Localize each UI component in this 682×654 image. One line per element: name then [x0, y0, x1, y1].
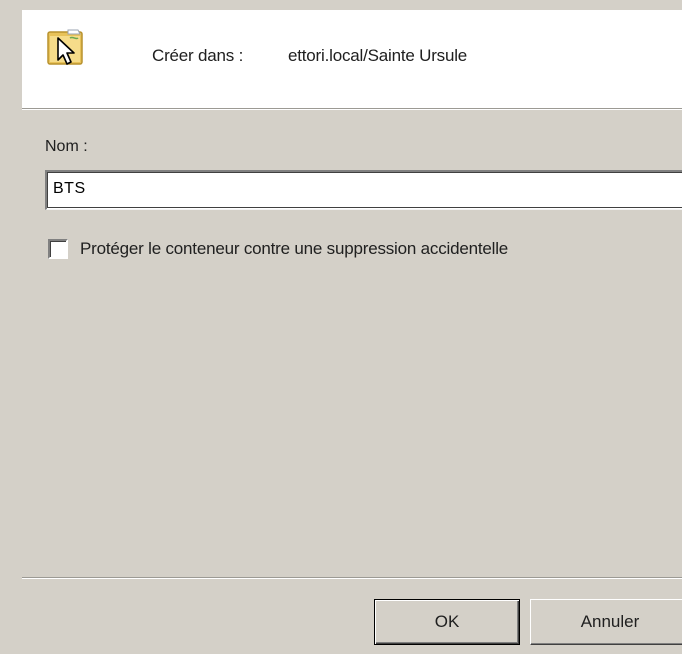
protect-container-option[interactable]: Protéger le conteneur contre une suppres…	[48, 236, 508, 262]
create-in-path: ettori.local/Sainte Ursule	[288, 46, 468, 65]
create-in-label: Créer dans :	[152, 46, 244, 65]
header-separator	[22, 108, 682, 110]
folder-cursor-icon	[46, 26, 86, 68]
protect-container-checkbox[interactable]	[48, 239, 68, 259]
name-label: Nom :	[45, 138, 88, 155]
ok-button[interactable]: OK	[374, 599, 520, 645]
dialog-header: Créer dans : ettori.local/Sainte Ursule	[22, 10, 682, 108]
name-field-value: BTS	[53, 180, 86, 197]
protect-container-label[interactable]: Protéger le conteneur contre une suppres…	[80, 239, 508, 259]
new-organizational-unit-dialog: Créer dans : ettori.local/Sainte Ursule …	[0, 0, 682, 654]
cancel-button[interactable]: Annuler	[530, 599, 682, 645]
name-field[interactable]: BTS	[45, 170, 682, 210]
footer-separator	[22, 577, 682, 579]
